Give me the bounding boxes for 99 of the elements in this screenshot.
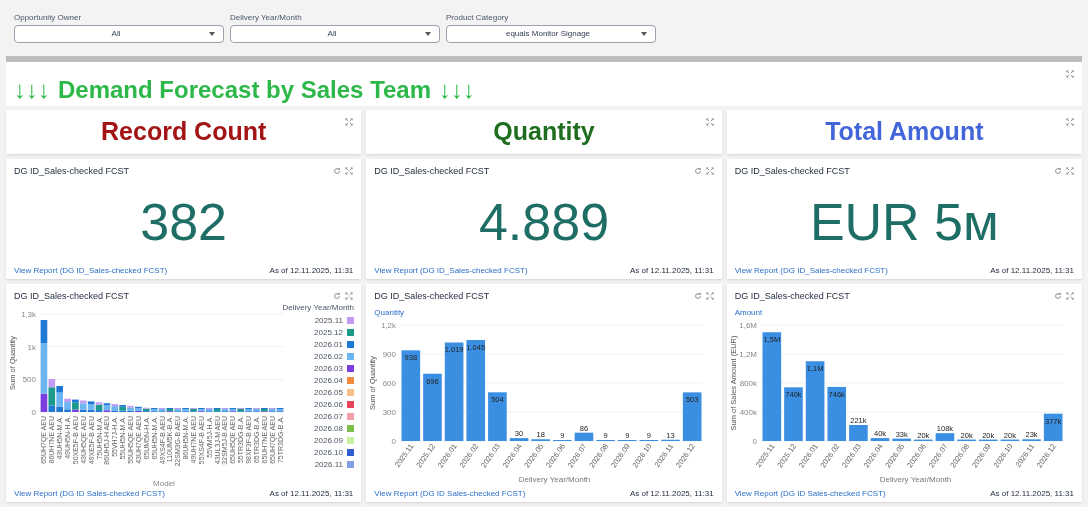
bar bbox=[683, 391, 702, 441]
as-of-timestamp: As of 12.11.2025, 11:31 bbox=[269, 267, 354, 275]
legend-label: 2026.11 bbox=[314, 460, 343, 469]
expand-icon[interactable] bbox=[1066, 118, 1074, 126]
section-title: Quantity bbox=[493, 116, 595, 148]
filter-dropdown[interactable]: equals Monitor Signage bbox=[446, 25, 656, 43]
expand-icon[interactable] bbox=[345, 118, 354, 126]
x-axis-title: Delivery Year/Month bbox=[879, 474, 951, 484]
filter-dropdown[interactable]: All bbox=[14, 25, 224, 43]
y-tick-label: 1,2k bbox=[381, 320, 397, 330]
expand-icon[interactable] bbox=[705, 167, 714, 175]
caret-icon bbox=[209, 32, 215, 36]
y-tick-label: 1,6M bbox=[738, 320, 757, 330]
y-tick-label: 900 bbox=[382, 349, 397, 359]
as-of-timestamp: As of 12.11.2025, 11:31 bbox=[269, 490, 354, 498]
x-axis-title: Delivery Year/Month bbox=[519, 474, 591, 484]
series-name: Amount bbox=[733, 308, 764, 317]
as-of-timestamp: As of 12.11.2025, 11:31 bbox=[629, 267, 714, 275]
filter-dropdown[interactable]: All bbox=[230, 25, 440, 43]
bar bbox=[892, 438, 911, 441]
y-tick-label: 300 bbox=[382, 407, 397, 417]
metric-value: EUR 5м bbox=[809, 195, 999, 248]
y-tick-label: 0 bbox=[31, 407, 36, 417]
view-report-link[interactable]: View Report (DG ID_Sales-checked FCST) bbox=[374, 267, 528, 275]
bar bbox=[574, 432, 594, 441]
bar bbox=[510, 437, 529, 441]
y-tick-label: 800k bbox=[739, 378, 757, 388]
refresh-icon[interactable] bbox=[333, 292, 342, 300]
legend-label: 2026.05 bbox=[314, 388, 343, 397]
legend-label: 2026.09 bbox=[314, 436, 343, 445]
legend-label: 2025.12 bbox=[314, 328, 343, 337]
bar bbox=[1021, 438, 1041, 441]
legend-title: Delivery Year/Month bbox=[282, 303, 354, 312]
expand-icon[interactable] bbox=[1066, 70, 1074, 78]
expand-icon[interactable] bbox=[705, 292, 714, 300]
y-tick-label: 1k bbox=[27, 342, 36, 352]
metric-value: 382 bbox=[140, 195, 228, 248]
view-report-link[interactable]: View Report (DG ID_Sales-checked FCST) bbox=[734, 267, 888, 275]
card-title: DG ID_Sales-checked FCST bbox=[14, 292, 130, 301]
card-title: DG ID_Sales-checked FCST bbox=[734, 167, 850, 176]
caret-icon bbox=[425, 32, 431, 36]
filter-label: Product Category bbox=[446, 14, 510, 22]
expand-icon[interactable] bbox=[705, 118, 714, 126]
legend-label: 2026.08 bbox=[314, 424, 343, 433]
view-report-link[interactable]: View Report (DG ID_Sales-checked FCST) bbox=[14, 267, 168, 275]
expand-icon[interactable] bbox=[345, 167, 354, 175]
filter-label: Delivery Year/Month bbox=[230, 14, 303, 22]
series-name: Quantity bbox=[373, 308, 406, 317]
card-title: DG ID_Sales-checked FCST bbox=[14, 167, 130, 176]
legend-label: 2026.10 bbox=[314, 448, 343, 457]
legend-label: 2026.02 bbox=[314, 352, 343, 361]
down-arrows: ↓↓↓ bbox=[14, 78, 50, 102]
bar bbox=[1043, 413, 1063, 441]
legend-label: 2026.06 bbox=[314, 400, 343, 409]
refresh-icon[interactable] bbox=[1054, 292, 1062, 300]
refresh-icon[interactable] bbox=[1054, 167, 1062, 175]
legend-label: 2026.03 bbox=[314, 364, 343, 373]
y-tick-label: 1,3k bbox=[20, 309, 36, 319]
card-title: DG ID_Sales-checked FCST bbox=[374, 292, 490, 301]
bar bbox=[488, 391, 508, 441]
x-axis-title: Model bbox=[153, 478, 175, 488]
section-title: Total Amount bbox=[825, 116, 984, 148]
bar bbox=[783, 386, 803, 441]
expand-icon[interactable] bbox=[345, 292, 354, 300]
bar bbox=[531, 438, 551, 441]
filter-label: Opportunity Owner bbox=[14, 14, 83, 22]
bar bbox=[848, 424, 868, 441]
as-of-timestamp: As of 12.11.2025, 11:31 bbox=[990, 490, 1074, 498]
refresh-icon[interactable] bbox=[693, 167, 702, 175]
view-report-link[interactable]: View Report (DG ID Sales-checked FCST) bbox=[374, 490, 526, 498]
expand-icon[interactable] bbox=[1066, 167, 1074, 175]
card-title: DG ID_Sales-checked FCST bbox=[374, 167, 490, 176]
bar bbox=[870, 437, 889, 441]
refresh-icon[interactable] bbox=[693, 292, 702, 300]
y-tick-label: 400k bbox=[739, 407, 757, 417]
bar bbox=[827, 386, 846, 441]
bar bbox=[423, 373, 443, 441]
view-report-link[interactable]: View Report (DG ID Sales-checked FCST) bbox=[14, 490, 165, 498]
refresh-icon[interactable] bbox=[333, 167, 342, 175]
y-tick-label: 0 bbox=[752, 436, 757, 446]
bar bbox=[935, 432, 954, 441]
legend-label: 2026.07 bbox=[314, 412, 343, 421]
legend-label: 2026.04 bbox=[314, 376, 343, 385]
down-arrows: ↓↓↓ bbox=[439, 78, 476, 102]
as-of-timestamp: As of 12.11.2025, 11:31 bbox=[629, 490, 714, 498]
expand-icon[interactable] bbox=[1066, 292, 1074, 300]
card-title: DG ID_Sales-checked FCST bbox=[734, 292, 850, 301]
y-tick-label: 500 bbox=[22, 374, 36, 384]
y-tick-label: 1,2M bbox=[738, 349, 757, 359]
legend-label: 2026.01 bbox=[314, 340, 343, 349]
y-tick-label: 600 bbox=[382, 378, 397, 388]
metric-value: 4.889 bbox=[478, 195, 610, 248]
banner-title: Demand Forecast by Sales Team bbox=[58, 78, 432, 102]
legend-label: 2025.11 bbox=[314, 316, 343, 325]
section-title: Record Count bbox=[101, 116, 267, 148]
as-of-timestamp: As of 12.11.2025, 11:31 bbox=[990, 267, 1074, 275]
y-tick-label: 0 bbox=[391, 436, 397, 446]
caret-icon bbox=[641, 32, 647, 36]
view-report-link[interactable]: View Report (DG ID Sales-checked FCST) bbox=[734, 490, 886, 498]
